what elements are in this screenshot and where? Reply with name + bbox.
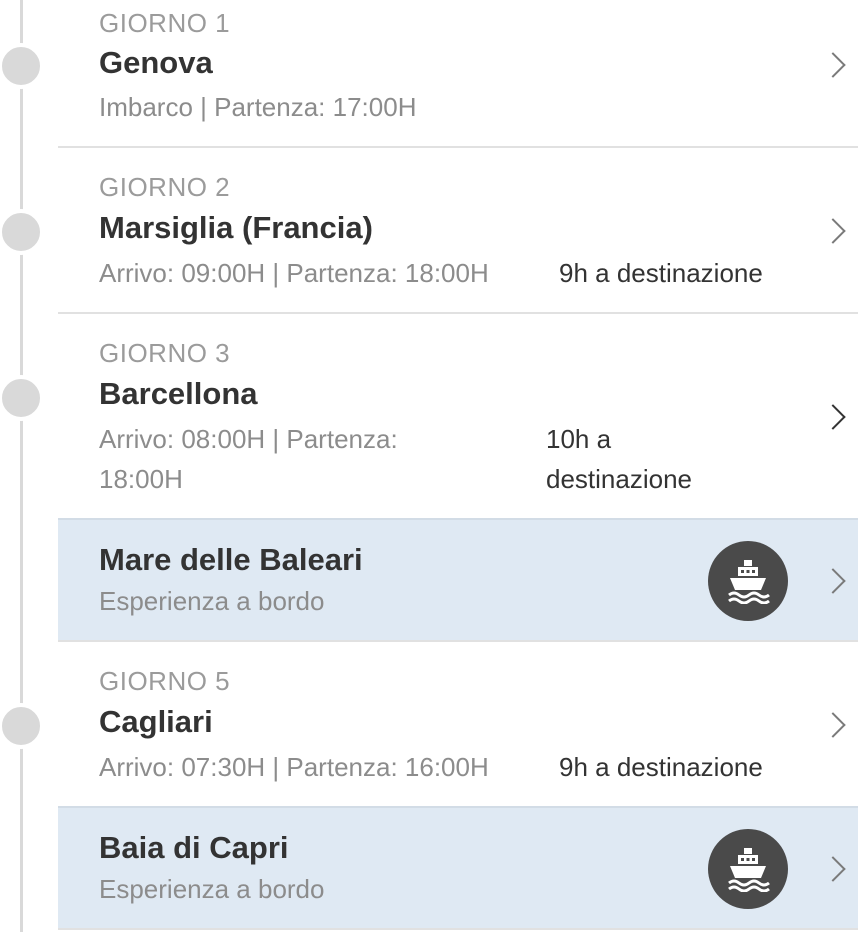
itinerary-item-sea-baleari[interactable]: Mare delle Baleari Esperienza a bordo: [58, 518, 858, 642]
timeline-dot: [0, 43, 44, 89]
time-at-destination-line-1: 10h a: [546, 424, 612, 454]
port-name: Genova: [99, 45, 213, 80]
ship-icon: [708, 829, 788, 909]
chevron-right-icon: [820, 218, 846, 244]
port-times: Arrivo: 09:00H | Partenza: 18:00H: [99, 258, 489, 288]
port-name: Barcellona: [99, 376, 258, 411]
itinerary-item-barcellona[interactable]: GIORNO 3 Barcellona Arrivo: 08:00H | Par…: [58, 314, 858, 520]
timeline-dot: [0, 703, 44, 749]
port-name: Marsiglia (Francia): [99, 210, 373, 245]
itinerary-item-genova[interactable]: GIORNO 1 Genova Imbarco | Partenza: 17:0…: [58, 0, 858, 148]
port-times: Arrivo: 07:30H | Partenza: 16:00H: [99, 752, 489, 782]
itinerary-item-cagliari[interactable]: GIORNO 5 Cagliari Arrivo: 07:30H | Parte…: [58, 642, 858, 808]
port-times-line-2: 18:00H: [99, 464, 183, 494]
sea-name: Mare delle Baleari: [99, 542, 363, 577]
chevron-right-icon: [820, 404, 846, 430]
time-at-destination: 9h a destinazione: [559, 258, 763, 288]
port-name: Cagliari: [99, 704, 213, 739]
sea-subtitle: Esperienza a bordo: [99, 586, 325, 616]
day-label: GIORNO 2: [99, 172, 231, 202]
itinerary-item-sea-capri[interactable]: Baia di Capri Esperienza a bordo: [58, 806, 858, 930]
port-times: Imbarco | Partenza: 17:00H: [99, 92, 417, 122]
time-at-destination: 9h a destinazione: [559, 752, 763, 782]
itinerary-item-marsiglia[interactable]: GIORNO 2 Marsiglia (Francia) Arrivo: 09:…: [58, 148, 858, 314]
ship-icon: [708, 541, 788, 621]
time-at-destination-line-2: destinazione: [546, 464, 692, 494]
chevron-right-icon: [820, 52, 846, 78]
chevron-right-icon: [820, 568, 846, 594]
chevron-right-icon: [820, 856, 846, 882]
sea-name: Baia di Capri: [99, 830, 289, 865]
timeline-dot: [0, 209, 44, 255]
sea-subtitle: Esperienza a bordo: [99, 874, 325, 904]
day-label: GIORNO 5: [99, 666, 231, 696]
port-times-line-1: Arrivo: 08:00H | Partenza:: [99, 424, 398, 454]
chevron-right-icon: [820, 712, 846, 738]
day-label: GIORNO 3: [99, 338, 231, 368]
timeline-line: [20, 0, 23, 932]
day-label: GIORNO 1: [99, 8, 231, 38]
timeline-dot: [0, 375, 44, 421]
